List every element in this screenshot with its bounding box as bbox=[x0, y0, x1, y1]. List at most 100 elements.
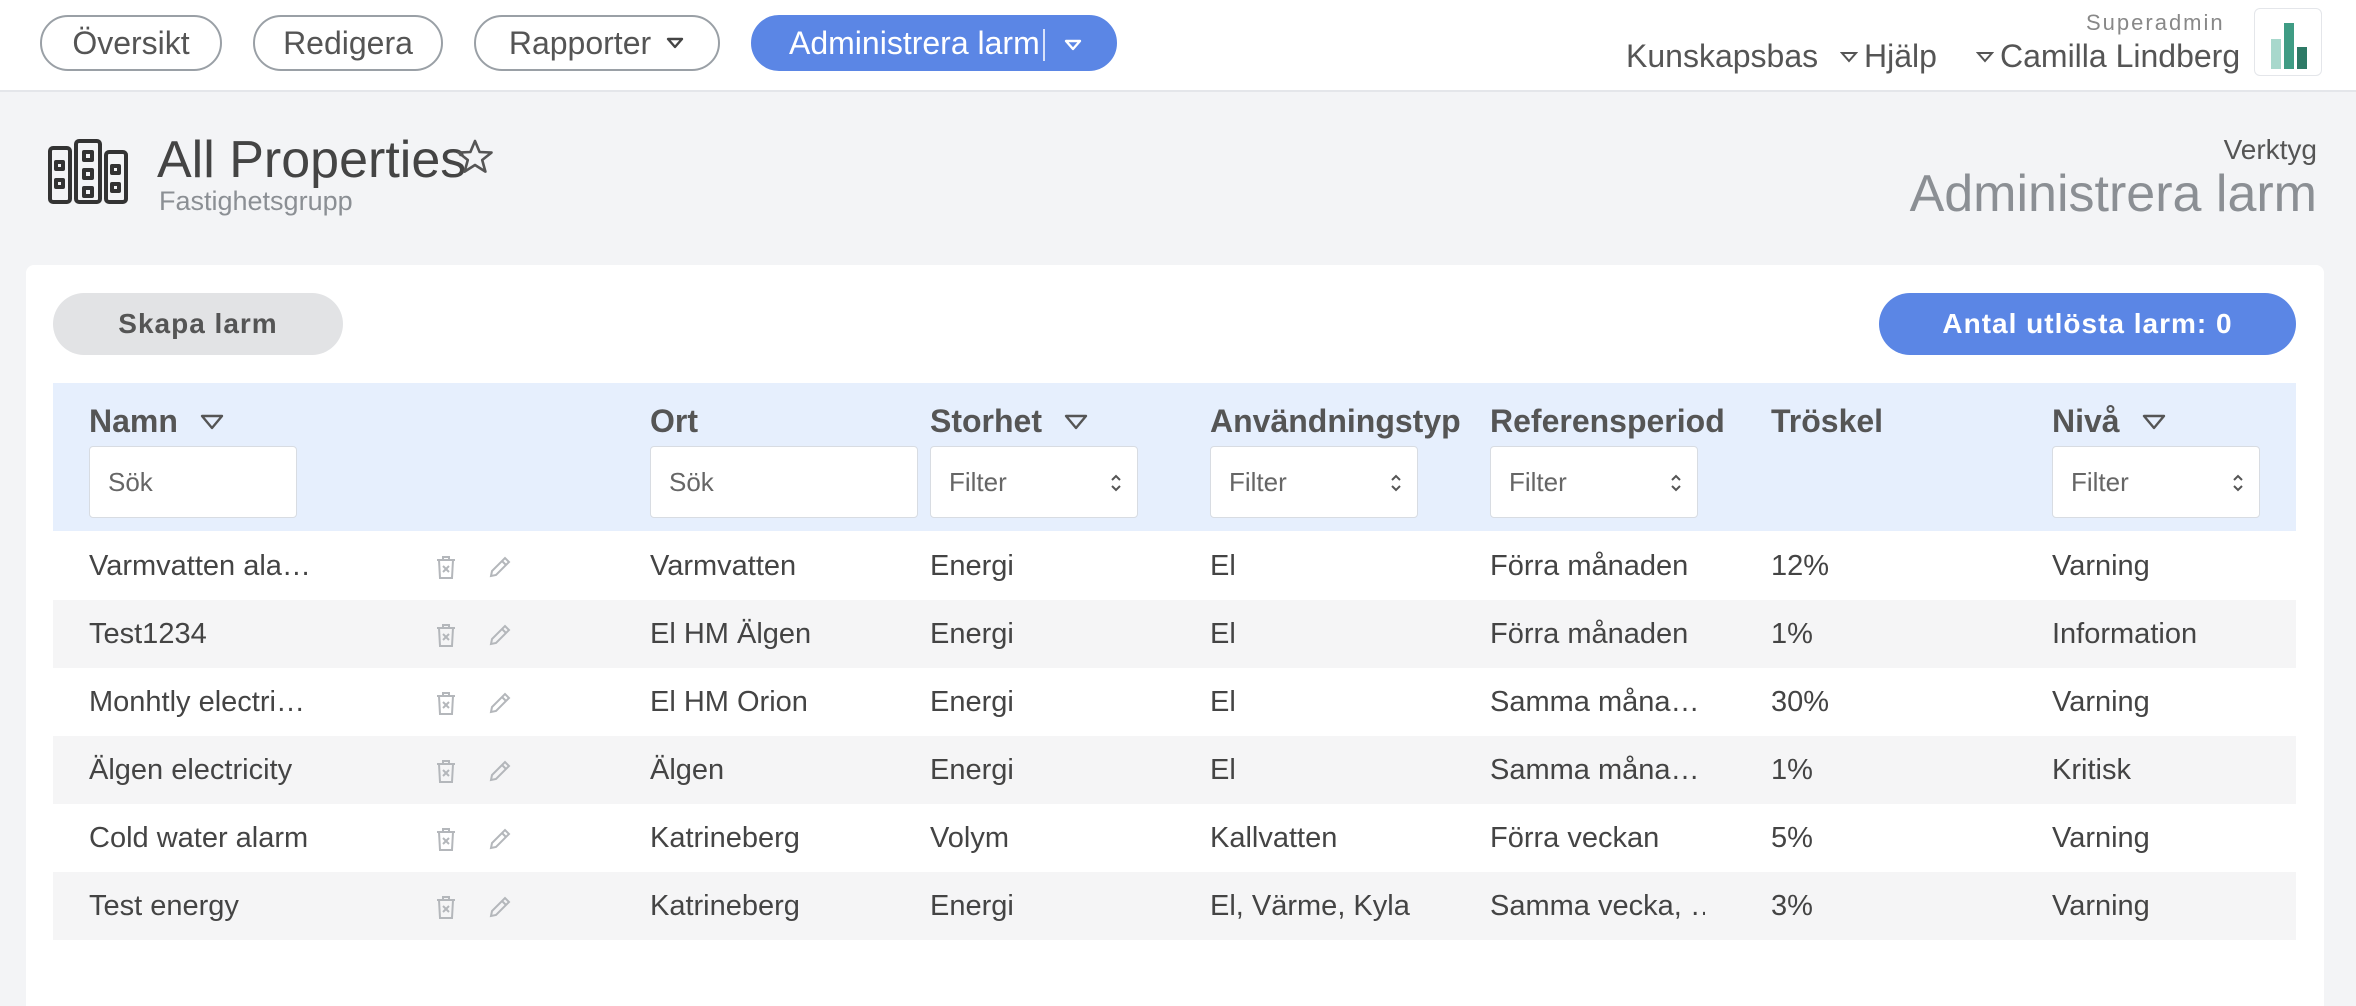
cell-location: Katrineberg bbox=[650, 890, 800, 922]
cell-level: Varning bbox=[2052, 550, 2150, 582]
administer-alarms-button[interactable]: Administrera larm bbox=[751, 15, 1117, 71]
cell-quantity: Volym bbox=[930, 822, 1009, 854]
cell-threshold: 1% bbox=[1771, 754, 1813, 786]
sort-icon[interactable] bbox=[2142, 413, 2166, 431]
table-row[interactable]: Test1234 El HM Älgen Energi El Förra mån… bbox=[53, 600, 2296, 668]
building-icon bbox=[48, 139, 128, 204]
level-filter-label: Filter bbox=[2071, 466, 2129, 497]
updown-chevron-icon bbox=[2233, 474, 2243, 492]
reference-period-filter-select[interactable]: Filter bbox=[1490, 446, 1698, 518]
sort-icon[interactable] bbox=[1064, 413, 1088, 431]
cell-name: Test energy bbox=[89, 890, 239, 922]
user-name: Camilla Lindberg bbox=[2000, 38, 2241, 74]
level-filter-select[interactable]: Filter bbox=[2052, 446, 2260, 518]
pencil-icon[interactable] bbox=[487, 758, 513, 784]
app-logo[interactable] bbox=[2254, 8, 2322, 76]
cell-usage-type: El, Värme, Kyla bbox=[1210, 890, 1410, 922]
cell-name: Älgen electricity bbox=[89, 754, 293, 786]
cell-usage-type: El bbox=[1210, 550, 1236, 582]
name-search-input[interactable]: Sök bbox=[89, 446, 297, 518]
trash-icon[interactable] bbox=[433, 690, 459, 716]
column-usage-type-label: Användningstyp bbox=[1210, 403, 1461, 439]
quantity-filter-select[interactable]: Filter bbox=[930, 446, 1138, 518]
cell-threshold: 1% bbox=[1771, 618, 1813, 650]
tab-reports[interactable]: Rapporter bbox=[474, 15, 720, 71]
column-header-name[interactable]: Namn bbox=[89, 403, 224, 440]
table-row[interactable]: Test energy Katrineberg Energi El, Värme… bbox=[53, 872, 2296, 940]
top-navigation: Översikt Redigera Rapporter Administrera… bbox=[0, 0, 2356, 92]
chevron-down-icon bbox=[1064, 39, 1082, 51]
cell-quantity: Energi bbox=[930, 890, 1014, 922]
pencil-icon[interactable] bbox=[487, 622, 513, 648]
cell-usage-type: El bbox=[1210, 618, 1236, 650]
table-row[interactable]: Varmvatten ala… Varmvatten Energi El För… bbox=[53, 532, 2296, 600]
cell-name: Varmvatten ala… bbox=[89, 550, 309, 582]
chevron-down-icon bbox=[666, 37, 684, 49]
column-header-level[interactable]: Nivå bbox=[2052, 403, 2166, 440]
triggered-alarms-button[interactable]: Antal utlösta larm: 0 bbox=[1879, 293, 2296, 355]
tab-overview-label: Översikt bbox=[72, 24, 190, 61]
updown-chevron-icon bbox=[1391, 474, 1401, 492]
cell-quantity: Energi bbox=[930, 686, 1014, 718]
cell-name: Test1234 bbox=[89, 618, 207, 650]
user-menu[interactable]: Camilla Lindberg bbox=[1976, 38, 2240, 75]
cell-reference-period: Samma måna… bbox=[1490, 754, 1700, 786]
knowledge-base-label: Kunskapsbas bbox=[1626, 38, 1819, 74]
column-header-quantity[interactable]: Storhet bbox=[930, 403, 1088, 440]
administer-alarms-dropdown[interactable] bbox=[1059, 31, 1087, 59]
column-location-label: Ort bbox=[650, 403, 698, 439]
trash-icon[interactable] bbox=[433, 826, 459, 852]
cell-threshold: 30% bbox=[1771, 686, 1830, 718]
page-title: All Properties bbox=[157, 131, 467, 189]
cell-level: Information bbox=[2052, 618, 2198, 650]
cell-location: Varmvatten bbox=[650, 550, 797, 582]
tab-overview[interactable]: Översikt bbox=[40, 15, 222, 71]
bar-chart-logo-icon bbox=[2271, 23, 2307, 69]
cell-location: El HM Älgen bbox=[650, 618, 812, 650]
knowledge-base-link[interactable]: Kunskapsbas bbox=[1626, 38, 1818, 75]
table-row[interactable]: Cold water alarm Katrineberg Volym Kallv… bbox=[53, 804, 2296, 872]
star-icon[interactable] bbox=[456, 138, 494, 176]
table-row[interactable]: Monhtly electri… El HM Orion Energi El S… bbox=[53, 668, 2296, 736]
cell-reference-period: Samma måna… bbox=[1490, 686, 1700, 718]
column-header-threshold: Tröskel bbox=[1771, 403, 1883, 440]
pencil-icon[interactable] bbox=[487, 894, 513, 920]
cell-level: Varning bbox=[2052, 890, 2150, 922]
cell-location: Älgen bbox=[650, 754, 725, 786]
usage-type-filter-label: Filter bbox=[1229, 466, 1287, 497]
cell-name: Cold water alarm bbox=[89, 822, 309, 854]
cell-reference-period: Förra månaden bbox=[1490, 550, 1689, 582]
cell-location: Katrineberg bbox=[650, 822, 800, 854]
trash-icon[interactable] bbox=[433, 894, 459, 920]
cell-level: Kritisk bbox=[2052, 754, 2131, 786]
create-alarm-button[interactable]: Skapa larm bbox=[53, 293, 343, 355]
trash-icon[interactable] bbox=[433, 554, 459, 580]
quantity-filter-label: Filter bbox=[949, 466, 1007, 497]
column-threshold-label: Tröskel bbox=[1771, 403, 1884, 439]
page-subtitle: Fastighetsgrupp bbox=[159, 186, 353, 216]
reference-period-filter-label: Filter bbox=[1509, 466, 1567, 497]
tab-edit[interactable]: Redigera bbox=[253, 15, 443, 71]
column-reference-period-label: Referensperiod bbox=[1490, 403, 1725, 439]
cell-name: Monhtly electri… bbox=[89, 686, 305, 718]
help-menu[interactable]: Hjälp bbox=[1840, 38, 1937, 75]
cell-level: Varning bbox=[2052, 822, 2150, 854]
table-row[interactable]: Älgen electricity Älgen Energi El Samma … bbox=[53, 736, 2296, 804]
pencil-icon[interactable] bbox=[487, 826, 513, 852]
usage-type-filter-select[interactable]: Filter bbox=[1210, 446, 1418, 518]
location-search-input[interactable]: Sök bbox=[650, 446, 918, 518]
cell-reference-period: Samma vecka, … bbox=[1490, 890, 1705, 922]
cell-usage-type: El bbox=[1210, 686, 1236, 718]
trash-icon[interactable] bbox=[433, 622, 459, 648]
pencil-icon[interactable] bbox=[487, 690, 513, 716]
sort-icon[interactable] bbox=[200, 413, 224, 431]
cell-usage-type: Kallvatten bbox=[1210, 822, 1338, 854]
tools-title: Administrera larm bbox=[1909, 165, 2317, 223]
pencil-icon[interactable] bbox=[487, 554, 513, 580]
column-header-usage-type: Användningstyp bbox=[1210, 403, 1461, 440]
updown-chevron-icon bbox=[1671, 474, 1681, 492]
split-divider bbox=[1043, 29, 1045, 61]
chevron-down-icon bbox=[1976, 51, 1994, 63]
trash-icon[interactable] bbox=[433, 758, 459, 784]
cell-location: El HM Orion bbox=[650, 686, 808, 718]
